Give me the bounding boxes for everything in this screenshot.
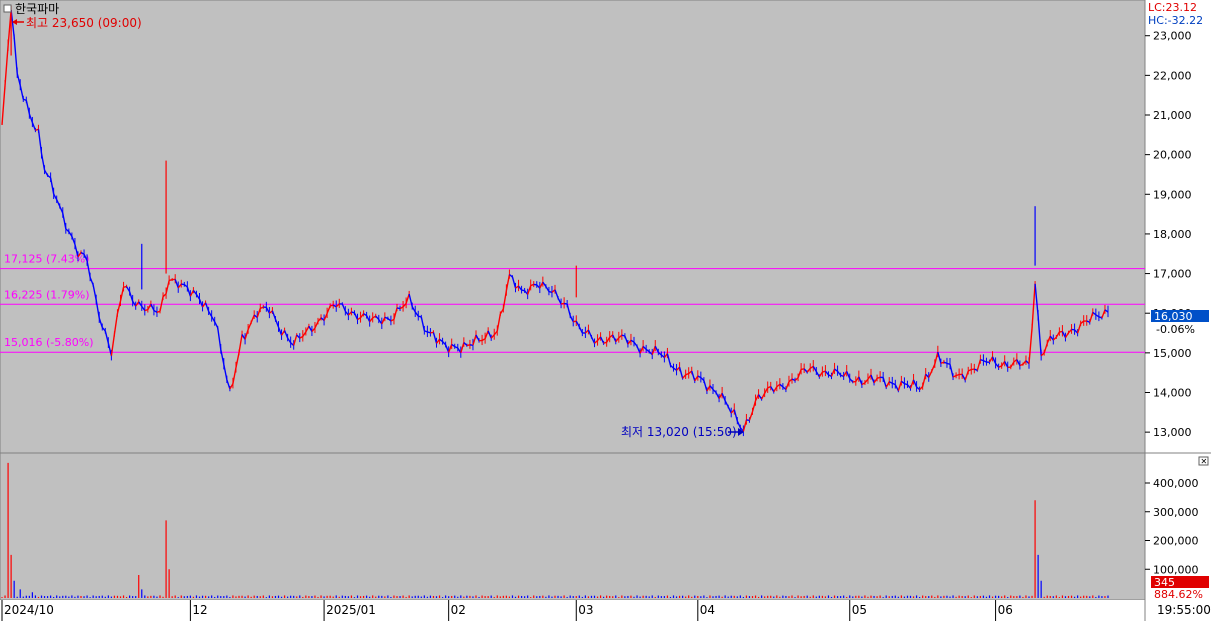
x-tick-label: 04 [700,603,715,617]
volume-y-tick-label: 400,000 [1153,477,1199,490]
chart-canvas: 17,125 (7.43%) 16,225 (1.79%) 15,016 (-5.8… [0,0,1211,621]
guide-label: 17,125 (7.43%) [4,253,90,266]
volume-ratio: 884.62% [1154,588,1203,601]
hc-indicator: HC:-32.22 [1148,14,1203,27]
y-tick-label: 23,000 [1153,30,1192,43]
chart-title: 한국파마 [15,2,59,16]
x-tick-label: 02 [451,603,466,617]
volume-y-tick-label: 200,000 [1153,535,1199,548]
y-tick-label: 18,000 [1153,228,1192,241]
low-annotation: 최저 13,020 (15:50) [621,425,737,439]
x-tick-label: 05 [852,603,867,617]
x-tick-label: 06 [998,603,1013,617]
x-tick-label: 2024/10 [4,603,54,617]
y-tick-label: 14,000 [1153,387,1192,400]
volume-panel[interactable] [0,453,1145,600]
time-label: 19:55:00 [1157,603,1211,617]
high-annotation: 최고 23,650 (09:00) [26,16,142,30]
high-marker: 최고 23,650 (09:00) [12,16,142,30]
y-tick-label: 19,000 [1153,188,1192,201]
close-icon[interactable]: ✕ [1199,457,1208,466]
chart-window: 17,125 (7.43%) 16,225 (1.79%) 15,016 (-5.8… [0,0,1211,621]
y-tick-label: 20,000 [1153,149,1192,162]
y-tick-label: 13,000 [1153,426,1192,439]
y-tick-label: 22,000 [1153,69,1192,82]
svg-text:✕: ✕ [1201,457,1208,466]
y-tick-label: 17,000 [1153,268,1192,281]
y-tick-label: 15,000 [1153,347,1192,360]
x-axis-area [0,600,1145,621]
title-checkbox[interactable] [4,5,11,12]
guide-label: 15,016 (-5.80%) [4,336,93,349]
current-price: 16,030 [1154,310,1193,323]
lc-indicator: LC:23.12 [1148,1,1197,14]
x-tick-label: 2025/01 [326,603,376,617]
volume-y-tick-label: 100,000 [1153,563,1199,576]
current-change: -0.06% [1156,323,1195,336]
price-panel[interactable] [0,0,1145,453]
volume-y-tick-label: 300,000 [1153,506,1199,519]
x-tick-label: 03 [578,603,593,617]
low-marker: 최저 13,020 (15:50) [621,425,744,439]
guide-label: 16,225 (1.79%) [4,288,90,301]
y-tick-label: 21,000 [1153,109,1192,122]
x-tick-label: 12 [192,603,207,617]
